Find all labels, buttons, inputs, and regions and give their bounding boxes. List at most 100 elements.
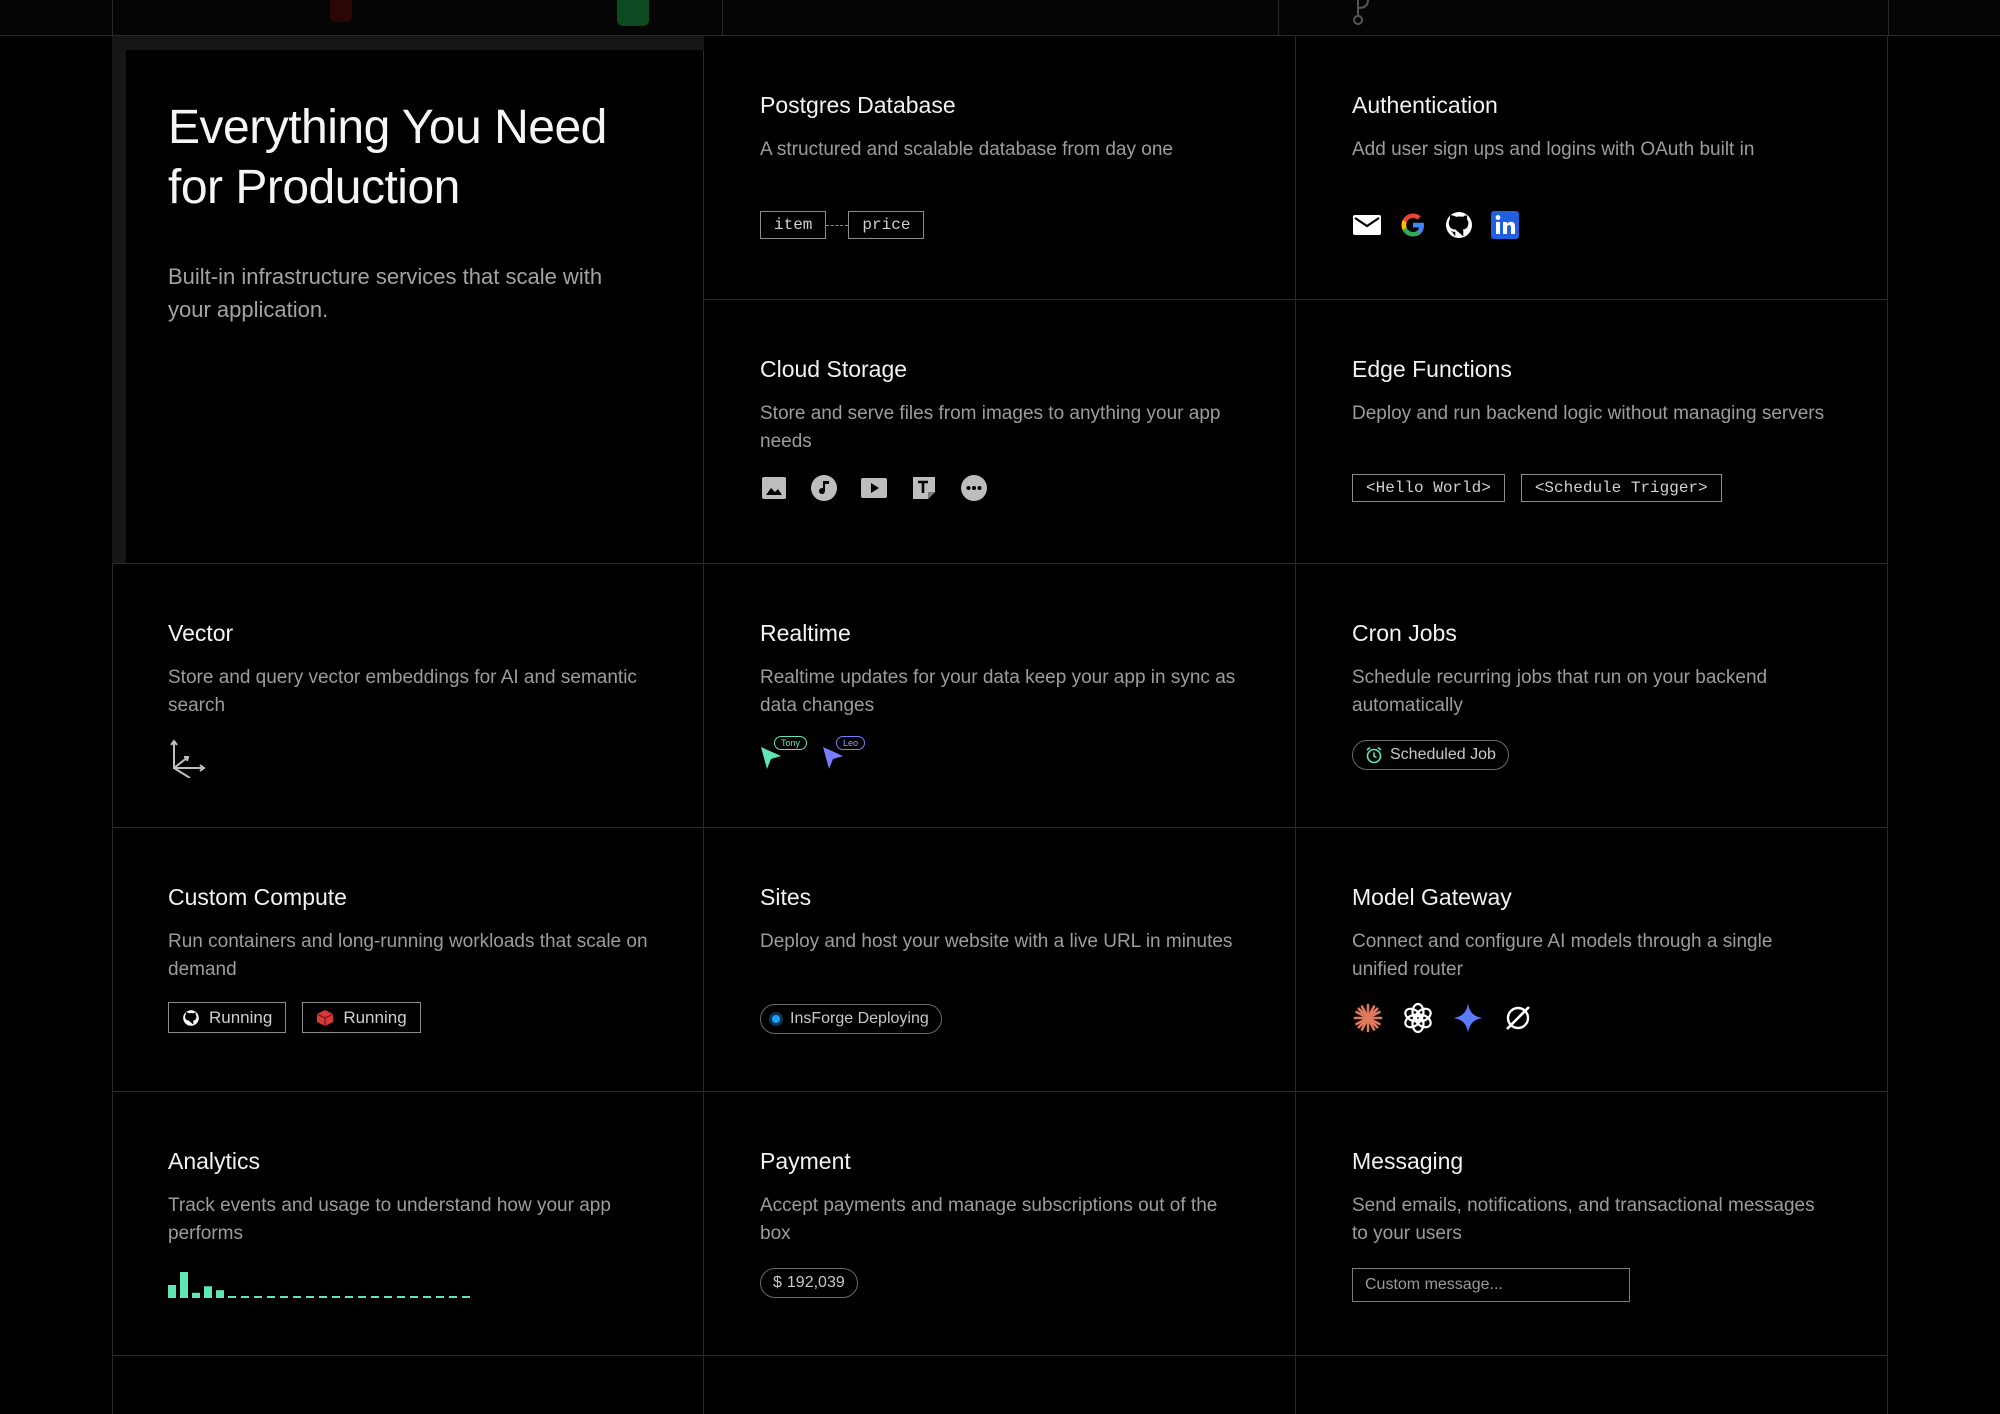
top-divider [112,0,113,36]
feature-card-custom-compute[interactable]: Custom Compute Run containers and long-r… [112,828,704,1092]
top-divider [1888,0,1889,36]
feature-title: Analytics [168,1148,261,1174]
deploy-status-badge: InsForge Deploying [760,1004,942,1034]
status-label: Running [209,1007,273,1027]
feature-title: Custom Compute [168,884,347,910]
feature-card-sites[interactable]: Sites Deploy and host your website with … [704,828,1296,1092]
feature-title: Sites [760,884,812,910]
anthropic-icon [1353,1003,1383,1033]
feature-description: Run containers and long-running workload… [168,931,648,980]
compute-status-tag: Running [168,1002,287,1033]
email-icon [1353,215,1381,235]
oauth-providers [1352,210,1520,240]
usage-mini-chart [168,1272,470,1298]
feature-description: Track events and usage to understand how… [168,1195,611,1244]
feature-card-cron-jobs[interactable]: Cron Jobs Schedule recurring jobs that r… [1296,564,1888,828]
music-icon [811,475,837,501]
badge-label: Scheduled Job [1390,746,1496,763]
decor-shape [330,0,352,22]
badge-label: InsForge Deploying [790,1010,929,1027]
feature-title: Edge Functions [1352,356,1512,382]
cursor-label: Tony [774,736,808,750]
feature-description: Store and serve files from images to any… [760,403,1221,452]
feature-description: Connect and configure AI models through … [1352,931,1773,980]
function-tag: <Hello World> [1352,474,1505,502]
custom-message-input[interactable] [1352,1268,1630,1302]
usage-bar [204,1286,212,1298]
page-subtitle: Built-in infrastructure services that sc… [168,264,603,322]
github-icon [1446,212,1472,238]
feature-card-edge-functions[interactable]: Edge Functions Deploy and run backend lo… [1296,300,1888,564]
file-type-icons [760,474,988,502]
feature-title: Postgres Database [760,92,956,118]
scheduled-job-badge: Scheduled Job [1352,740,1509,770]
usage-bar [216,1290,224,1298]
usage-bar [180,1272,188,1298]
github-icon [183,1009,199,1026]
decor-shape [617,0,649,26]
page-title: Everything You Need for Production [168,101,607,214]
feature-card-messaging[interactable]: Messaging Send emails, notifications, an… [1296,1092,1888,1356]
feature-title: Messaging [1352,1148,1464,1174]
top-divider [722,0,723,36]
feature-card-payment[interactable]: Payment Accept payments and manage subsc… [704,1092,1296,1356]
openai-icon [1404,1002,1432,1034]
feature-description: Realtime updates for your data keep your… [760,667,1236,716]
grok-icon [1506,1006,1530,1030]
feature-description: A structured and scalable database from … [760,139,1173,160]
feature-title: Cron Jobs [1352,620,1457,646]
payment-amount-badge: $ 192,039 [760,1268,858,1298]
vector-axes-icon [170,739,206,778]
feature-title: Authentication [1352,92,1498,118]
more-icon [961,475,987,501]
top-strip [0,0,2000,36]
feature-description: Schedule recurring jobs that run on your… [1352,667,1768,716]
function-tag: <Schedule Trigger> [1520,474,1722,502]
image-icon [762,477,786,499]
feature-description: Add user sign ups and logins with OAuth … [1352,139,1755,160]
message-input-wrapper [1352,1268,1630,1302]
feature-title: Model Gateway [1352,884,1512,910]
feature-title: Realtime [760,620,851,646]
feature-description: Deploy and host your website with a live… [760,931,1233,952]
hero-panel: Everything You Need for Production Built… [112,36,704,563]
video-icon [861,478,887,498]
status-dot-icon [769,1012,783,1026]
model-provider-icons [1352,1002,1534,1034]
feature-card-vector[interactable]: Vector Store and query vector embeddings… [112,564,704,828]
usage-bar [192,1292,200,1298]
container-box-icon [317,1009,334,1026]
feature-card-authentication[interactable]: Authentication Add user sign ups and log… [1296,36,1888,300]
status-label: Running [343,1007,407,1027]
cursor-label: Leo [836,736,866,750]
feature-description: Deploy and run backend logic without man… [1352,403,1825,424]
feature-description: Accept payments and manage subscriptions… [760,1195,1218,1244]
feature-title: Vector [168,620,234,646]
top-divider [1278,0,1279,36]
usage-bar [168,1285,176,1298]
compute-status-list: Running Running [168,1002,421,1033]
feature-card-model-gateway[interactable]: Model Gateway Connect and configure AI m… [1296,828,1888,1092]
text-file-icon [913,477,935,499]
payment-amount: 192,039 [786,1274,845,1291]
feature-title: Payment [760,1148,851,1174]
schema-visual: item price [760,211,925,239]
feature-card-cloud-storage[interactable]: Cloud Storage Store and serve files from… [704,300,1296,564]
linkedin-icon [1491,211,1519,239]
currency-symbol: $ [773,1274,782,1291]
feature-title: Cloud Storage [760,356,908,382]
alarm-clock-icon [1366,746,1382,764]
relation-connector [826,224,849,226]
feature-card-realtime[interactable]: Realtime Realtime updates for your data … [704,564,1296,828]
gemini-icon [1453,1003,1483,1033]
collaboration-cursors: Tony Leo [760,732,900,778]
compute-status-tag: Running [302,1002,421,1033]
function-tags: <Hello World> <Schedule Trigger> [1352,474,1722,502]
schema-field-tag: price [848,211,925,239]
feature-description: Send emails, notifications, and transact… [1352,1195,1815,1244]
feature-card-postgres[interactable]: Postgres Database A structured and scala… [704,36,1296,300]
branch-icon [1353,0,1369,25]
schema-field-tag: item [760,211,827,239]
feature-grid: Everything You Need for Production Built… [112,36,1888,1414]
feature-card-analytics[interactable]: Analytics Track events and usage to unde… [112,1092,704,1356]
